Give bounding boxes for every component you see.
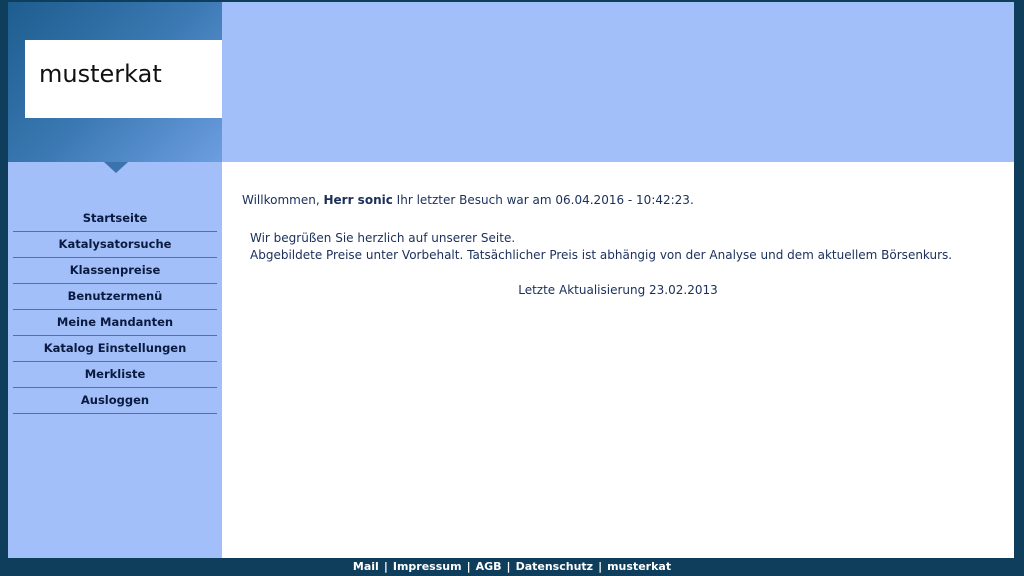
header-logo-area: musterkat xyxy=(8,2,222,162)
sidebar-notch-icon xyxy=(104,162,128,173)
footer-link-mail[interactable]: Mail xyxy=(353,560,379,573)
nav-item-merkliste[interactable]: Merkliste xyxy=(13,362,217,388)
nav-item-katalog-einstellungen[interactable]: Katalog Einstellungen xyxy=(13,336,217,362)
nav-item-startseite[interactable]: Startseite xyxy=(13,206,217,232)
last-update-text: Letzte Aktualisierung 23.02.2013 xyxy=(518,283,718,297)
nav-item-klassenpreise[interactable]: Klassenpreise xyxy=(13,258,217,284)
main-content: Willkommen, Herr sonic Ihr letzter Besuc… xyxy=(222,162,1014,558)
disclaimer-text: Abgebildete Preise unter Vorbehalt. Tats… xyxy=(250,248,953,262)
sidebar-nav: Startseite Katalysatorsuche Klassenpreis… xyxy=(13,206,217,414)
nav-item-benutzermenue[interactable]: Benutzermenü xyxy=(13,284,217,310)
footer-separator: | xyxy=(506,560,511,573)
welcome-message: Wir begrüßen Sie herzlich auf unserer Se… xyxy=(250,230,952,264)
sidebar: Startseite Katalysatorsuche Klassenpreis… xyxy=(8,162,222,558)
last-visit-text: Ihr letzter Besuch war am 06.04.2016 - 1… xyxy=(396,193,694,207)
greeting-text: Wir begrüßen Sie herzlich auf unserer Se… xyxy=(250,231,516,245)
welcome-prefix: Willkommen, xyxy=(242,193,320,207)
nav-item-meine-mandanten[interactable]: Meine Mandanten xyxy=(13,310,217,336)
footer-link-agb[interactable]: AGB xyxy=(476,560,502,573)
footer-link-datenschutz[interactable]: Datenschutz xyxy=(516,560,594,573)
page-frame: musterkat Startseite Katalysatorsuche Kl… xyxy=(8,2,1014,558)
footer-separator: | xyxy=(466,560,471,573)
footer-separator: | xyxy=(598,560,603,573)
welcome-line: Willkommen, Herr sonic Ihr letzter Besuc… xyxy=(242,193,694,207)
footer-separator: | xyxy=(383,560,388,573)
nav-item-ausloggen[interactable]: Ausloggen xyxy=(13,388,217,414)
logo[interactable]: musterkat xyxy=(25,40,222,118)
header-banner xyxy=(222,2,1014,162)
footer: Mail | Impressum | AGB | Datenschutz | musterkat xyxy=(0,558,1024,576)
footer-link-musterkat[interactable]: musterkat xyxy=(607,560,671,573)
logo-text: musterkat xyxy=(39,60,162,88)
user-name: Herr sonic xyxy=(323,193,393,207)
nav-item-katalysatorsuche[interactable]: Katalysatorsuche xyxy=(13,232,217,258)
footer-link-impressum[interactable]: Impressum xyxy=(393,560,462,573)
